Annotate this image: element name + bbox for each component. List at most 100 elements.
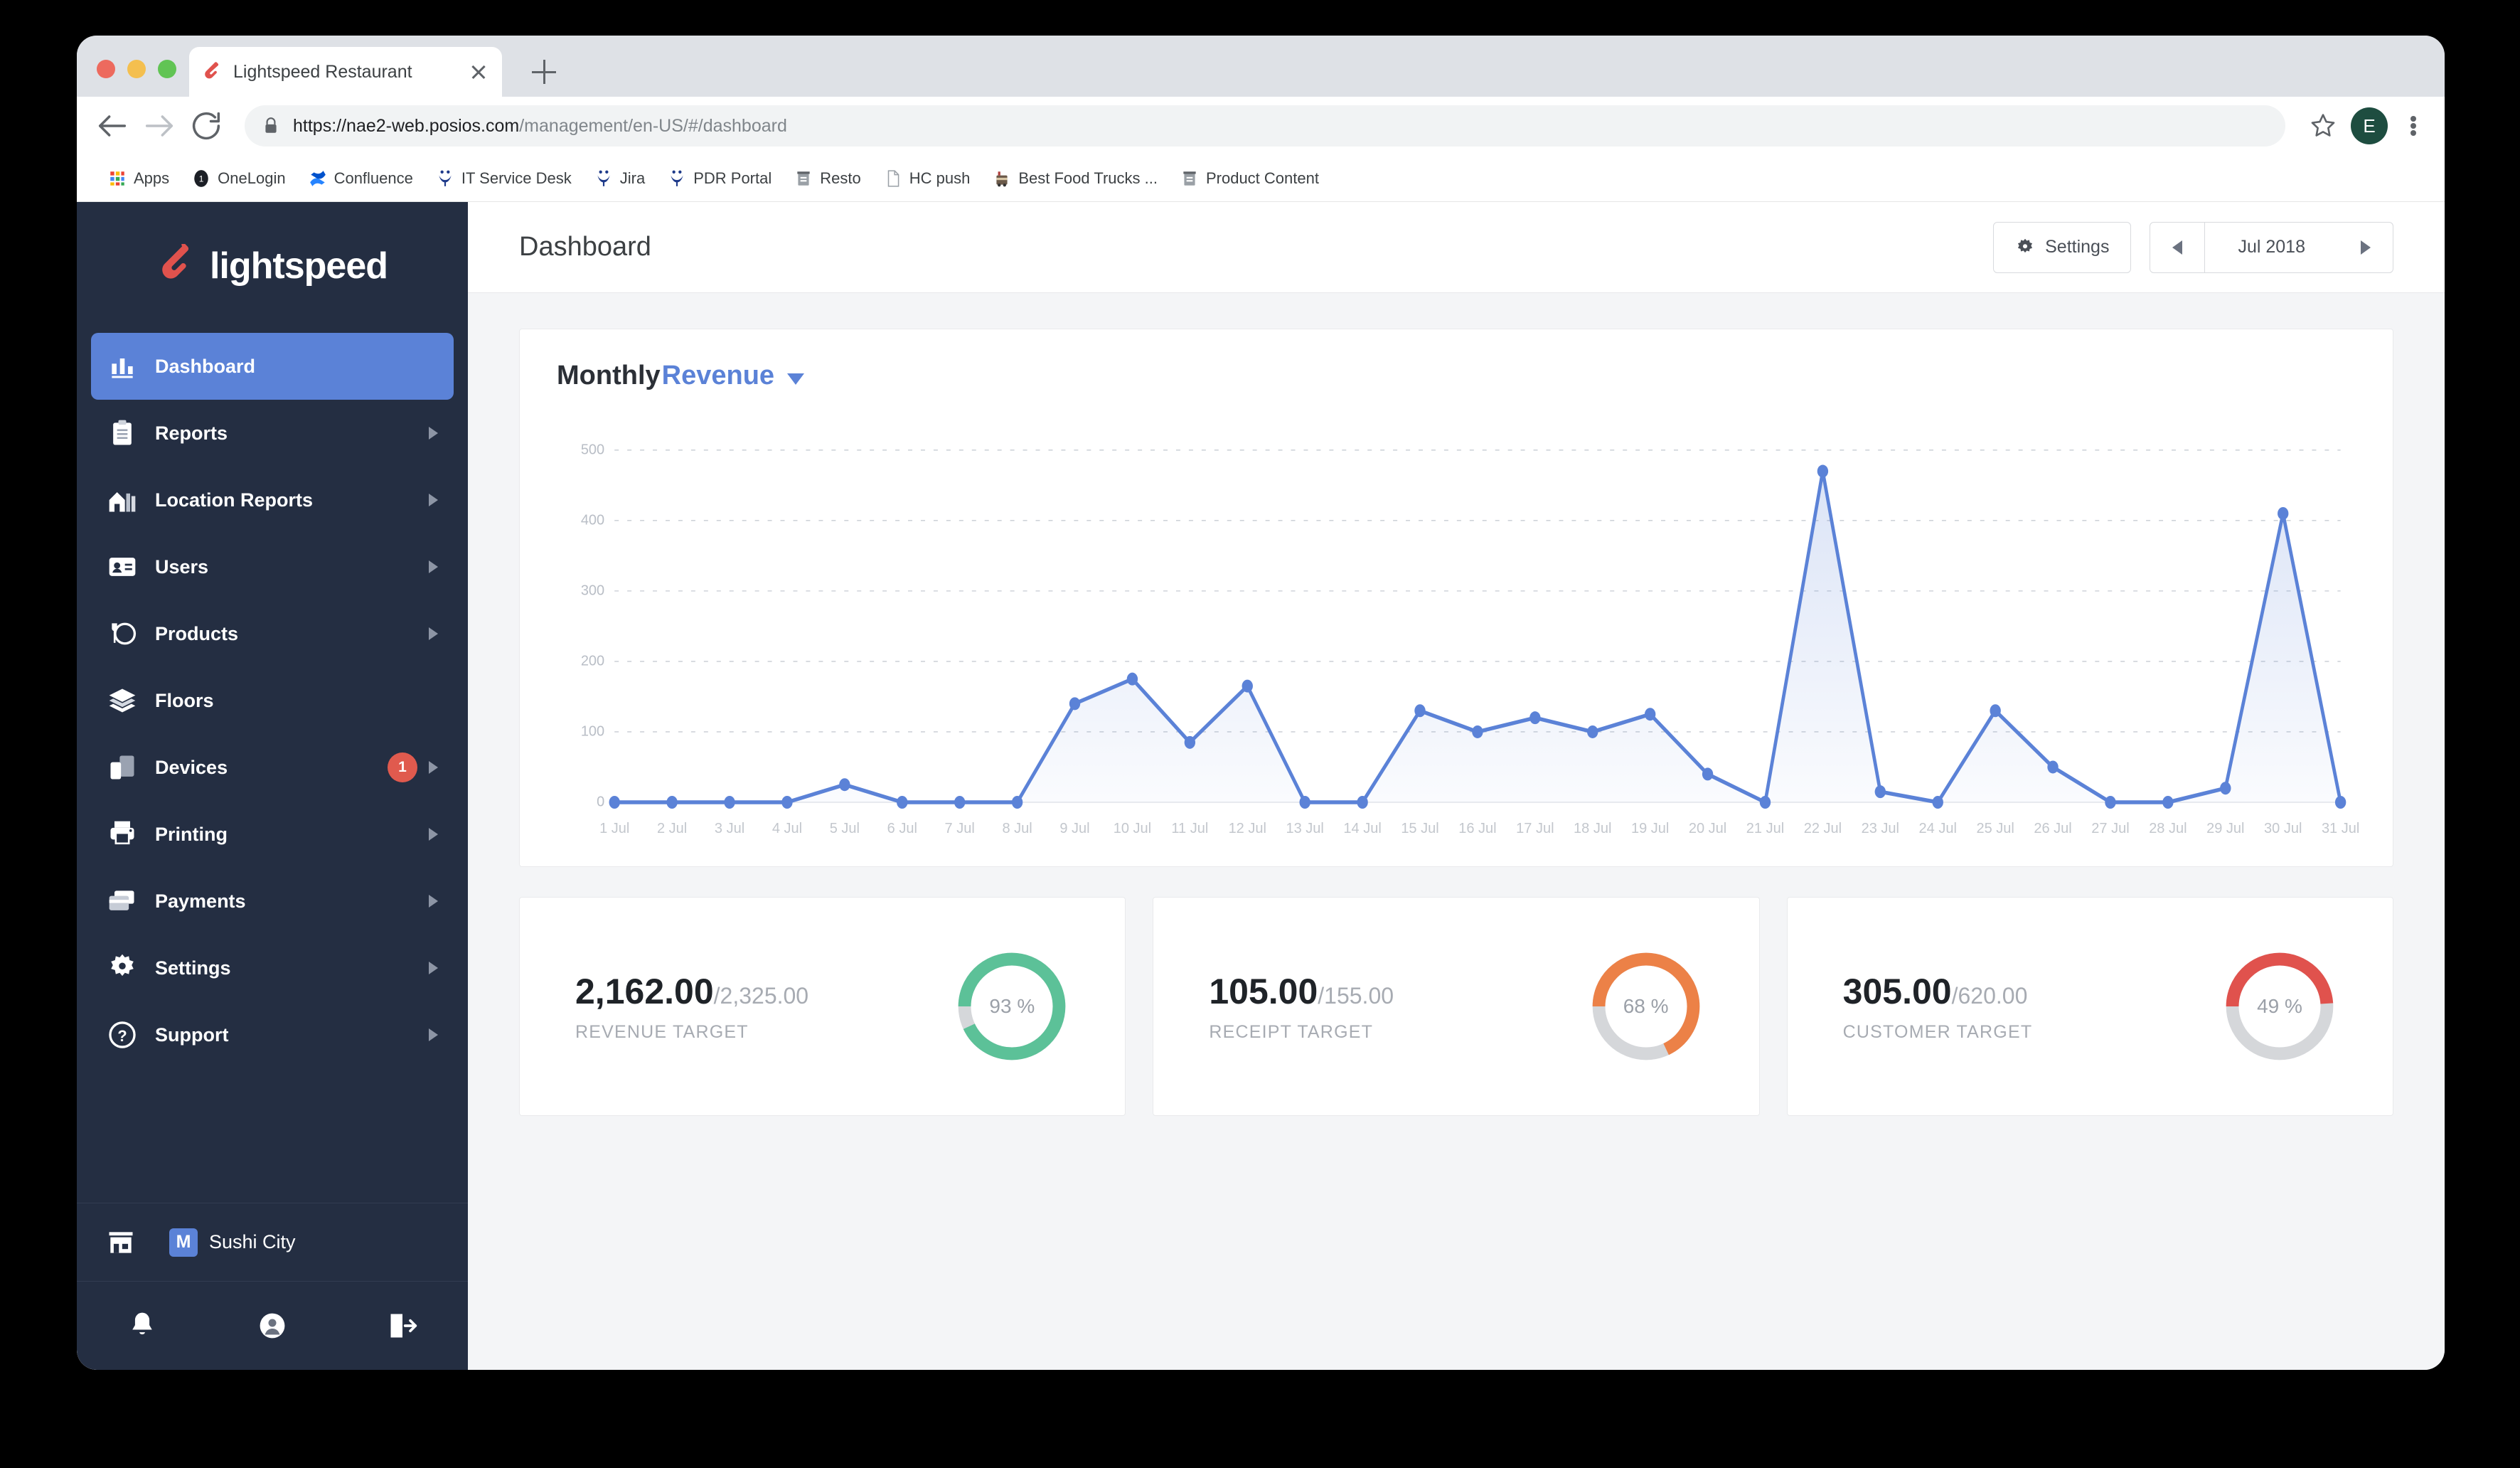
sidebar-item-products[interactable]: Products <box>91 600 454 667</box>
url-text: https://nae2-web.posios.com/management/e… <box>293 116 787 137</box>
gear-icon <box>2018 238 2033 252</box>
bookmark-onelogin[interactable]: 1 OneLogin <box>183 165 294 192</box>
chart-title[interactable]: Monthly Revenue <box>557 361 2356 391</box>
chevron-right-icon <box>429 560 438 573</box>
next-month-button[interactable] <box>2338 221 2393 273</box>
sidebar-item-label: Products <box>155 622 239 644</box>
bookmark-it-service-desk[interactable]: IT Service Desk <box>427 165 580 192</box>
chart-x-tick: 18 Jul <box>1574 821 1612 836</box>
bookmark-label: IT Service Desk <box>461 169 572 187</box>
chevron-right-icon <box>429 828 438 841</box>
bookmark-star-icon[interactable] <box>2308 111 2338 141</box>
kpi-text: 105.00 /155.00 RECEIPT TARGET <box>1209 971 1588 1043</box>
svg-text:1: 1 <box>199 174 204 184</box>
sidebar-item-settings[interactable]: Settings <box>91 935 454 1001</box>
sidebar-item-label: Floors <box>155 689 214 711</box>
date-navigator: Jul 2018 <box>2150 221 2393 273</box>
chart-x-tick: 4 Jul <box>772 821 803 836</box>
bookmark-apps[interactable]: Apps <box>100 165 178 192</box>
kpi-value: 2,162.00 <box>575 971 714 1011</box>
chevron-left-icon <box>2172 240 2183 255</box>
storefront-icon <box>109 1231 133 1253</box>
sidebar-item-floors[interactable]: Floors <box>91 667 454 734</box>
forward-button[interactable] <box>141 107 178 144</box>
kpi-card-revenue-target: 2,162.00 /2,325.00 REVENUE TARGET 93 % <box>519 897 1126 1116</box>
status-badge: 1 <box>388 752 417 782</box>
kpi-label: CUSTOMER TARGET <box>1842 1021 2033 1042</box>
tab-title: Lightspeed Restaurant <box>233 61 412 82</box>
bookmark-resto[interactable]: Resto <box>786 165 869 192</box>
address-bar[interactable]: https://nae2-web.posios.com/management/e… <box>245 105 2285 147</box>
kpi-denominator: /620.00 <box>1951 982 2028 1009</box>
jira-people-icon <box>671 170 683 186</box>
sidebar-item-devices[interactable]: Devices 1 <box>91 734 454 801</box>
sidebar-item-label: Users <box>155 555 209 578</box>
maximize-window-button[interactable] <box>158 60 176 78</box>
minimize-window-button[interactable] <box>127 60 146 78</box>
new-tab-button[interactable] <box>532 60 556 84</box>
dashboard-content: Monthly Revenue 0 100 200 300 400 500 1 Jul 2 J… <box>468 293 2445 1370</box>
sidebar-item-printing[interactable]: Printing <box>91 801 454 868</box>
bookmark-label: PDR Portal <box>693 169 772 187</box>
browser-menu-button[interactable] <box>2399 107 2428 144</box>
chart-x-tick: 12 Jul <box>1228 821 1266 836</box>
sidebar-item-payments[interactable]: Payments <box>91 868 454 935</box>
close-window-button[interactable] <box>97 60 115 78</box>
bookmark-jira[interactable]: Jira <box>586 165 653 192</box>
bookmark-confluence[interactable]: Confluence <box>300 165 422 192</box>
lightspeed-flame-icon <box>162 244 189 279</box>
kpi-percent: 68 % <box>1623 995 1669 1017</box>
chevron-right-icon <box>429 962 438 974</box>
chevron-right-icon <box>429 627 438 640</box>
sidebar-item-users[interactable]: Users <box>91 533 454 600</box>
url-path: /management/en-US/#/dashboard <box>519 115 787 136</box>
sidebar-item-dashboard[interactable]: Dashboard <box>91 333 454 400</box>
chart-x-tick: 24 Jul <box>1918 821 1957 836</box>
current-period-label: Jul 2018 <box>2205 221 2338 273</box>
notifications-button[interactable] <box>77 1310 207 1341</box>
bookmark-best-food-trucks[interactable]: Best Food Trucks ... <box>984 165 1166 192</box>
user-circle-icon <box>260 1313 285 1339</box>
sidebar-item-reports[interactable]: Reports <box>91 400 454 467</box>
chart-y-tick: 400 <box>580 512 605 528</box>
chart-y-tick: 500 <box>580 442 605 458</box>
kpi-text: 305.00 /620.00 CUSTOMER TARGET <box>1843 971 2222 1043</box>
profile-avatar[interactable]: E <box>2351 107 2388 144</box>
account-button[interactable] <box>207 1310 337 1341</box>
chevron-down-icon[interactable] <box>787 373 805 385</box>
chart-x-tick: 15 Jul <box>1401 821 1439 836</box>
browser-toolbar: https://nae2-web.posios.com/management/e… <box>77 97 2445 155</box>
close-tab-button[interactable] <box>468 61 489 83</box>
jira-people-icon <box>439 170 452 186</box>
bookmark-label: Resto <box>820 169 861 187</box>
browser-window: Lightspeed Restaurant https://nae2-web.p… <box>77 36 2445 1370</box>
bookmark-label: HC push <box>909 169 971 187</box>
store-selector[interactable]: M Sushi City <box>77 1203 468 1281</box>
sidebar-item-location-reports[interactable]: Location Reports <box>91 467 454 533</box>
main-content: Dashboard Settings Jul 2018 Monthly Reve… <box>468 202 2445 1370</box>
kpi-value-group: 2,162.00 /2,325.00 <box>575 971 954 1012</box>
bookmark-product-content[interactable]: Product Content <box>1172 165 1328 192</box>
kpi-text: 2,162.00 /2,325.00 REVENUE TARGET <box>575 971 954 1043</box>
chart-x-tick: 27 Jul <box>2091 821 2130 836</box>
bookmark-pdr-portal[interactable]: PDR Portal <box>659 165 780 192</box>
chart-x-tick: 1 Jul <box>599 821 630 836</box>
brand-logo[interactable]: lightspeed <box>77 202 468 330</box>
revenue-chart-card: Monthly Revenue 0 100 200 300 400 500 1 Jul 2 J… <box>519 329 2393 867</box>
chart-x-tick: 2 Jul <box>656 821 688 836</box>
previous-month-button[interactable] <box>2150 221 2206 273</box>
confluence-icon <box>309 170 326 186</box>
sidebar-item-support[interactable]: ? Support <box>91 1001 454 1068</box>
bookmark-hc-push[interactable]: HC push <box>875 165 979 192</box>
layers-icon <box>109 688 136 713</box>
bookmark-label: Jira <box>619 169 646 187</box>
logout-button[interactable] <box>338 1310 468 1341</box>
settings-button[interactable]: Settings <box>1993 221 2132 273</box>
chart-x-tick: 31 Jul <box>2321 821 2360 836</box>
chart-x-tick: 6 Jul <box>887 821 917 836</box>
kpi-progress-ring: 49 % <box>2222 949 2337 1064</box>
browser-tab[interactable]: Lightspeed Restaurant <box>189 47 502 97</box>
reload-button[interactable] <box>188 107 225 144</box>
back-button[interactable] <box>94 107 131 144</box>
app-sidebar: lightspeed Dashboard Reports Location Re… <box>77 202 468 1370</box>
